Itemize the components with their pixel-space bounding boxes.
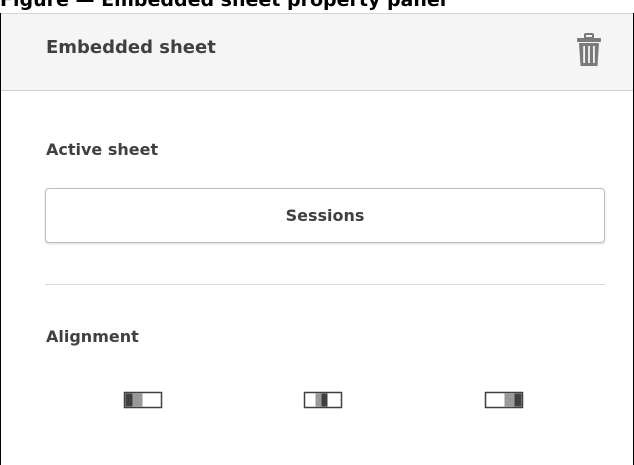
caption-text: Figure — Embedded sheet property panel <box>0 0 447 11</box>
panel-title: Embedded sheet <box>46 37 216 58</box>
divider <box>45 284 605 285</box>
active-sheet-button[interactable]: Sessions <box>45 188 605 243</box>
panel-header: Embedded sheet <box>1 13 633 91</box>
align-center-icon[interactable] <box>303 386 343 414</box>
active-sheet-label: Active sheet <box>46 140 159 159</box>
align-right-icon[interactable] <box>484 386 524 414</box>
alignment-label: Alignment <box>46 327 139 346</box>
trash-icon[interactable] <box>576 33 602 67</box>
align-left-icon[interactable] <box>123 386 163 414</box>
cropped-caption: Figure — Embedded sheet property panel <box>0 0 634 13</box>
